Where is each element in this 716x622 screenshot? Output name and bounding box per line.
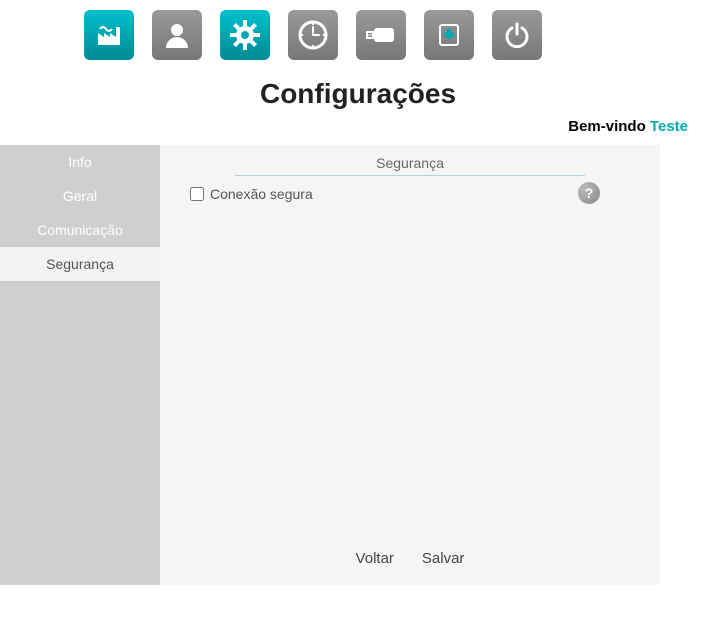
- sidebar-item-label: Geral: [63, 188, 97, 204]
- settings-sidebar: Info Geral Comunicação Segurança: [0, 145, 160, 585]
- gear-icon[interactable]: [220, 10, 270, 60]
- user-icon[interactable]: [152, 10, 202, 60]
- factory-icon[interactable]: [84, 10, 134, 60]
- body-wrap: Info Geral Comunicação Segurança Seguran…: [0, 145, 660, 585]
- sidebar-item-geral[interactable]: Geral: [0, 179, 160, 213]
- sidebar-item-seguranca[interactable]: Segurança: [0, 247, 160, 281]
- sidebar-item-label: Comunicação: [37, 222, 123, 238]
- sidebar-item-info[interactable]: Info: [0, 145, 160, 179]
- clock-icon[interactable]: [288, 10, 338, 60]
- page-title: Configurações: [0, 78, 716, 110]
- download-icon[interactable]: [424, 10, 474, 60]
- help-icon[interactable]: ?: [578, 182, 600, 204]
- power-icon[interactable]: [492, 10, 542, 60]
- welcome-label: Bem-vindo: [568, 118, 646, 135]
- secure-connection-label: Conexão segura: [210, 186, 313, 202]
- main-panel: Segurança Conexão segura ? Voltar Salvar: [160, 145, 660, 585]
- welcome-user: Teste: [650, 118, 688, 135]
- top-icon-toolbar: [0, 0, 716, 68]
- secure-connection-row: Conexão segura ?: [160, 186, 660, 202]
- section-header: Segurança: [235, 149, 585, 176]
- save-button[interactable]: Salvar: [422, 550, 465, 567]
- sidebar-item-label: Info: [68, 154, 91, 170]
- sidebar-item-comunicacao[interactable]: Comunicação: [0, 213, 160, 247]
- welcome-banner: Bem-vindo Teste: [0, 118, 716, 135]
- sidebar-item-label: Segurança: [46, 256, 114, 272]
- footer-buttons: Voltar Salvar: [160, 536, 660, 585]
- back-button[interactable]: Voltar: [356, 550, 394, 567]
- usb-icon[interactable]: [356, 10, 406, 60]
- secure-connection-checkbox[interactable]: [190, 187, 204, 201]
